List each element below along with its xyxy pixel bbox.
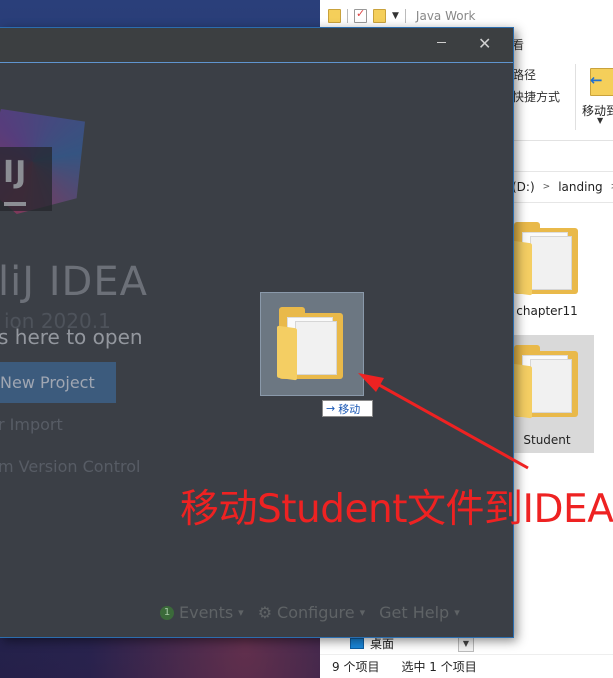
new-folder-icon[interactable]: [373, 9, 386, 23]
drag-tooltip-label: 移动: [338, 402, 361, 416]
selected-count: 选中 1 个项目: [401, 660, 477, 674]
events-button[interactable]: 1 Events ▾: [160, 603, 244, 622]
gear-icon: ⚙: [257, 603, 273, 622]
logo-mark: IJ: [3, 155, 28, 190]
chevron-right-icon[interactable]: >: [543, 182, 551, 192]
folder-icon: [512, 345, 578, 419]
item-count: 9 个项目: [332, 660, 380, 674]
divider: [404, 9, 406, 23]
get-help-label: Get Help: [379, 603, 450, 622]
close-button[interactable]: ✕: [478, 34, 491, 53]
desktop-icon: [350, 637, 364, 649]
welcome-panel: IJ liJ IDEA ion 2020.1 s here to open Ne…: [0, 63, 513, 637]
chevron-down-icon: ▾: [454, 606, 460, 619]
breadcrumb-drive[interactable]: (D:): [512, 180, 535, 194]
folder-icon: [512, 222, 578, 296]
configure-button[interactable]: ⚙ Configure ▾: [258, 603, 365, 622]
folder-item-student[interactable]: Student: [500, 335, 594, 453]
divider: [347, 9, 348, 23]
copy-path-button[interactable]: 路径: [512, 66, 536, 83]
folder-icon: [277, 307, 343, 381]
drag-tooltip: → 移动: [322, 400, 373, 417]
breadcrumb-folder[interactable]: landing: [558, 180, 602, 194]
folder-icon: [328, 9, 341, 23]
folder-item-chapter11[interactable]: chapter11: [500, 212, 594, 328]
paste-shortcut-button[interactable]: 快捷方式: [512, 88, 560, 105]
get-help-button[interactable]: Get Help ▾: [379, 603, 460, 622]
events-label: Events: [179, 603, 234, 622]
events-count-badge: 1: [160, 605, 174, 620]
drop-hint: s here to open: [0, 325, 143, 349]
configure-label: Configure: [277, 603, 355, 622]
move-to-icon[interactable]: [590, 68, 613, 96]
chevron-down-icon[interactable]: ▼: [597, 116, 603, 125]
scroll-down-button[interactable]: ▼: [458, 636, 474, 652]
divider: [575, 64, 576, 130]
welcome-footer: 1 Events ▾ ⚙ Configure ▾ Get Help ▾: [160, 603, 460, 622]
app-name: liJ IDEA: [0, 259, 148, 305]
arrow-right-icon: →: [326, 402, 336, 415]
status-bar: 9 个项目 选中 1 个项目: [320, 654, 613, 678]
properties-icon[interactable]: [354, 7, 367, 23]
create-new-project-button[interactable]: New Project: [0, 362, 116, 403]
import-project-link[interactable]: r Import: [0, 415, 63, 434]
folder-label: chapter11: [516, 304, 578, 318]
drag-ghost-folder: [260, 292, 364, 396]
chevron-down-icon[interactable]: ▼: [392, 11, 399, 21]
intellij-welcome-window: ✕ IJ liJ IDEA ion 2020.1 s here to open …: [0, 27, 514, 638]
checkout-vcs-link[interactable]: m Version Control: [0, 457, 140, 476]
window-title: Java Work: [415, 9, 476, 23]
window-titlebar: ✕: [0, 28, 513, 63]
chevron-down-icon: ▾: [238, 606, 244, 619]
annotation-label: 移动Student文件到IDEA: [180, 487, 613, 532]
folder-label: Student: [523, 433, 571, 447]
chevron-down-icon: ▾: [359, 606, 366, 619]
minimize-button[interactable]: [437, 42, 446, 43]
logo-underline: [4, 202, 26, 206]
